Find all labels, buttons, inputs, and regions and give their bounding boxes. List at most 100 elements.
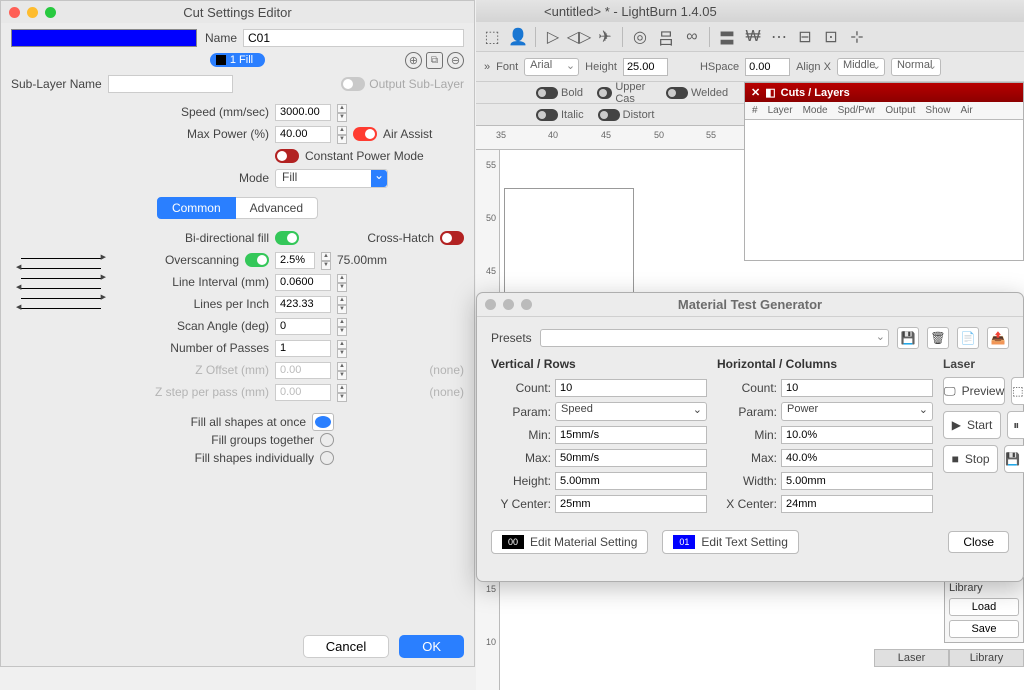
speed-stepper[interactable]: ▲▼ — [337, 104, 347, 121]
v-height-input[interactable] — [555, 472, 707, 490]
upper-toggle[interactable] — [597, 87, 612, 99]
h-width-input[interactable] — [781, 472, 933, 490]
speed-input[interactable] — [275, 104, 331, 121]
lpi-input[interactable] — [275, 296, 331, 313]
bidir-toggle[interactable] — [275, 231, 299, 245]
delete-preset-icon[interactable]: 🗑 — [927, 327, 949, 349]
send-icon[interactable]: ✈ — [593, 25, 617, 49]
overscan-stepper[interactable]: ▲▼ — [321, 252, 331, 269]
arrange-icon[interactable]: ⊟ — [793, 25, 817, 49]
h-max-input[interactable] — [781, 449, 933, 467]
frame-button[interactable]: ⬚Frame — [1011, 377, 1024, 405]
flip-h-icon[interactable]: ▷ — [541, 25, 565, 49]
scanangle-stepper[interactable]: ▲▼ — [337, 318, 347, 335]
chevrons-icon[interactable]: » — [484, 61, 490, 73]
overscan-pct-input[interactable] — [275, 252, 315, 269]
more-icon[interactable]: ⋯ — [767, 25, 791, 49]
passes-input[interactable] — [275, 340, 331, 357]
group-icon[interactable]: ⬚ — [480, 25, 504, 49]
distribute-icon[interactable]: ∞ — [680, 25, 704, 49]
users-icon[interactable]: 👤 — [506, 25, 530, 49]
tab-advanced[interactable]: Advanced — [236, 197, 318, 219]
overscan-toggle[interactable] — [245, 253, 269, 267]
maxpower-input[interactable] — [275, 126, 331, 143]
footer-tabs: Laser Library — [874, 649, 1024, 667]
height-label: Height — [585, 61, 617, 73]
v-max-input[interactable] — [555, 449, 707, 467]
import-preset-icon[interactable]: 📄 — [957, 327, 979, 349]
font-family-select[interactable]: Arial — [524, 58, 579, 76]
stop-button[interactable]: ■Stop — [943, 445, 998, 473]
output-sublayer-toggle[interactable] — [341, 77, 365, 91]
crosshatch-toggle[interactable] — [440, 231, 464, 245]
cuts-columns: # Layer Mode Spd/Pwr Output Show Air — [745, 102, 1023, 120]
v-param-select[interactable]: Speed — [555, 402, 707, 421]
footer-tab-library[interactable]: Library — [949, 649, 1024, 667]
zstep-stepper: ▲▼ — [337, 384, 347, 401]
panel-dock-icon[interactable]: ◧ — [765, 86, 775, 99]
constant-power-toggle[interactable] — [275, 149, 299, 163]
bold-toggle[interactable] — [536, 87, 558, 99]
hspace-input[interactable] — [745, 58, 790, 76]
h-param-select[interactable]: Power — [781, 402, 933, 421]
save-gcode-button[interactable]: 💾Save GCode — [1004, 445, 1024, 473]
fill-individual-radio[interactable] — [320, 451, 334, 465]
fill-badge[interactable]: 1 Fill — [210, 53, 265, 67]
welded-toggle[interactable] — [666, 87, 688, 99]
add-sublayer-icon[interactable]: ⊕ — [405, 52, 422, 69]
h-min-input[interactable] — [781, 426, 933, 444]
v-min-input[interactable] — [555, 426, 707, 444]
cancel-button[interactable]: Cancel — [303, 635, 389, 658]
air-assist-toggle[interactable] — [353, 127, 377, 141]
export-preset-icon[interactable]: 📤 — [987, 327, 1009, 349]
edit-text-button[interactable]: 01Edit Text Setting — [662, 530, 799, 554]
color-swatch[interactable] — [11, 29, 197, 47]
cuts-list[interactable] — [745, 120, 1023, 260]
fill-groups-radio[interactable] — [320, 433, 334, 447]
library-save-button[interactable]: Save — [949, 620, 1019, 638]
height-input[interactable] — [623, 58, 668, 76]
preview-button[interactable]: 🖵Preview — [943, 377, 1005, 405]
start-button[interactable]: ▶Start — [943, 411, 1001, 439]
maxpower-stepper[interactable]: ▲▼ — [337, 126, 347, 143]
v-count-input[interactable] — [555, 379, 707, 397]
distort-label: Distort — [623, 109, 655, 121]
remove-sublayer-icon[interactable]: ⊖ — [447, 52, 464, 69]
v-ycenter-input[interactable] — [555, 495, 707, 513]
stop-icon: ■ — [952, 452, 959, 466]
distort-toggle[interactable] — [598, 109, 620, 121]
h-xcenter-input[interactable] — [781, 495, 933, 513]
duplicate-icon[interactable]: ⧉ — [426, 52, 443, 69]
passes-stepper[interactable]: ▲▼ — [337, 340, 347, 357]
close-button[interactable]: Close — [948, 531, 1009, 553]
lineinterval-input[interactable] — [275, 274, 331, 291]
presets-select[interactable] — [540, 329, 889, 347]
lineinterval-stepper[interactable]: ▲▼ — [337, 274, 347, 291]
edit-material-button[interactable]: 00Edit Material Setting — [491, 530, 648, 554]
italic-toggle[interactable] — [536, 109, 558, 121]
style-select[interactable]: Normal — [891, 58, 941, 76]
settings-icon[interactable]: ⊹ — [845, 25, 869, 49]
zstep-note: (none) — [429, 385, 464, 399]
align-icon[interactable]: 吕 — [654, 25, 678, 49]
spacing-icon[interactable]: ₩ — [741, 25, 765, 49]
scanangle-input[interactable] — [275, 318, 331, 335]
tab-common[interactable]: Common — [157, 197, 236, 219]
mirror-icon[interactable]: ◁▷ — [567, 25, 591, 49]
save-preset-icon[interactable]: 💾 — [897, 327, 919, 349]
ok-button[interactable]: OK — [399, 635, 464, 658]
align-top-icon[interactable]: 〓 — [715, 25, 739, 49]
panel-close-icon[interactable]: ✕ — [751, 86, 760, 99]
alignx-select[interactable]: Middle — [837, 58, 885, 76]
h-count-input[interactable] — [781, 379, 933, 397]
dock-icon[interactable]: ⊡ — [819, 25, 843, 49]
layer-name-input[interactable] — [243, 29, 464, 47]
target-icon[interactable]: ◎ — [628, 25, 652, 49]
lpi-stepper[interactable]: ▲▼ — [337, 296, 347, 313]
library-load-button[interactable]: Load — [949, 598, 1019, 616]
pause-button[interactable]: ⏸Pause — [1007, 411, 1024, 439]
fill-all-radio[interactable] — [312, 413, 334, 431]
mode-select[interactable]: Fill — [275, 169, 388, 188]
sublayer-name-input[interactable] — [108, 75, 233, 93]
footer-tab-laser[interactable]: Laser — [874, 649, 949, 667]
